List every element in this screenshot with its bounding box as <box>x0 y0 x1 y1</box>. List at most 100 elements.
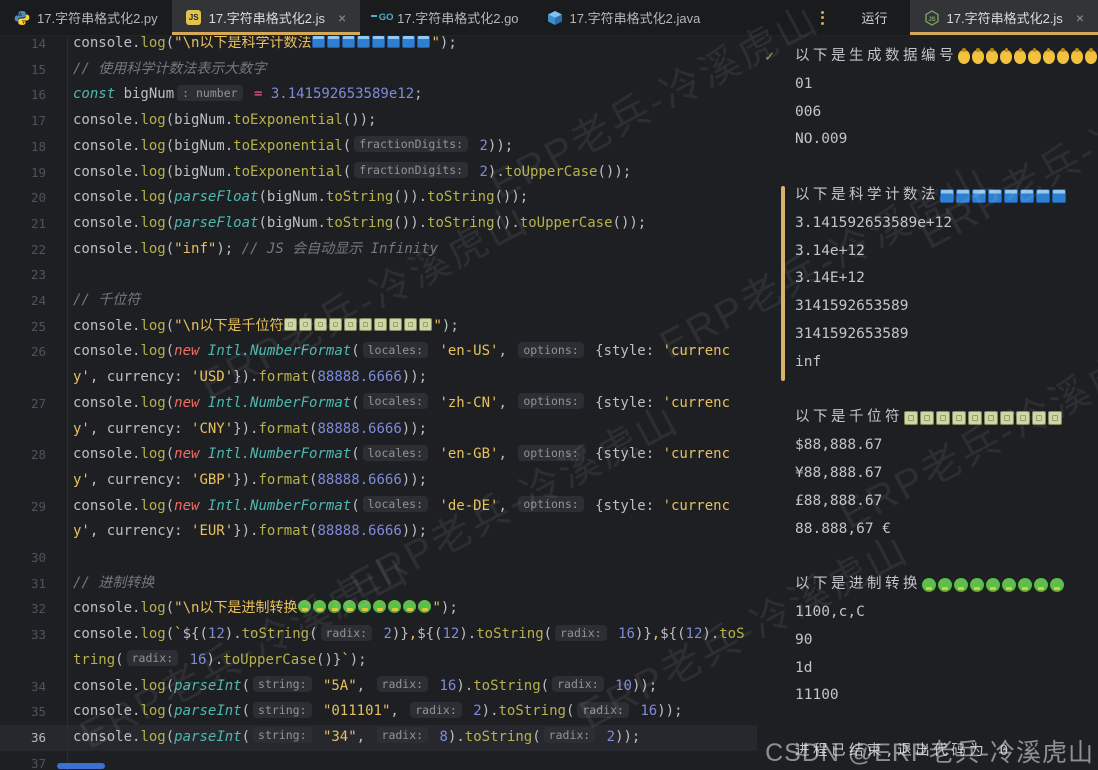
money-with-wings-emoji <box>419 318 432 331</box>
money-mouth-face-emoji <box>313 600 326 613</box>
line-number[interactable]: 18 <box>0 134 68 160</box>
money-with-wings-emoji <box>1000 411 1014 425</box>
tab-label: 17.字符串格式化2.js <box>209 8 325 27</box>
blue-book-emoji <box>342 35 355 48</box>
console-output-line: 90 <box>757 627 1098 655</box>
code-editor[interactable]: 14console.log("\n以下是科学计数法");15// 使用科学计数法… <box>0 35 757 770</box>
money-mouth-face-emoji <box>1018 578 1032 592</box>
blue-book-emoji <box>1020 189 1034 203</box>
console-blank-line <box>757 710 1098 738</box>
money-with-wings-emoji <box>1032 411 1046 425</box>
line-number[interactable]: 19 <box>0 160 68 186</box>
blue-book-emoji <box>1036 189 1050 203</box>
go-icon: GO <box>374 10 390 26</box>
console-output-line: £88,888.67 <box>757 488 1098 516</box>
money-mouth-face-emoji <box>298 600 311 613</box>
money-with-wings-emoji <box>389 318 402 331</box>
editor-tab-17.字符串格式化2.js[interactable]: JS17.字符串格式化2.js× <box>172 0 361 35</box>
run-menu-item[interactable]: 运行 <box>845 0 903 35</box>
line-number[interactable]: 29 <box>0 494 68 545</box>
code-line: 18console.log(bigNum.toExponential(fract… <box>0 134 757 160</box>
code-line: 24// 千位符 <box>0 288 757 314</box>
money-mouth-face-emoji <box>388 600 401 613</box>
console-output-line: $88,888.67 <box>757 432 1098 460</box>
line-number[interactable]: 34 <box>0 674 68 700</box>
run-console[interactable]: ✓以下是生成数据编号 01006NO.009 以下是科学计数法 3.141592… <box>757 35 1098 770</box>
code-text: console.log("\n以下是千位符"); <box>68 314 757 340</box>
console-section-header: 以下是千位符 <box>757 404 1098 432</box>
tab-label: 17.字符串格式化2.js <box>947 8 1063 27</box>
line-number[interactable]: 25 <box>0 314 68 340</box>
money-with-wings-emoji <box>344 318 357 331</box>
line-number[interactable]: 14 <box>0 35 68 57</box>
line-number[interactable]: 17 <box>0 108 68 134</box>
line-number[interactable]: 21 <box>0 211 68 237</box>
blue-book-emoji <box>357 35 370 48</box>
code-text: // 千位符 <box>68 288 757 314</box>
line-number[interactable]: 30 <box>0 545 68 571</box>
console-blank-line <box>757 154 1098 182</box>
blue-book-emoji <box>312 35 325 48</box>
blue-book-emoji <box>1052 189 1066 203</box>
code-text: console.log("inf"); // JS 会自动显示 Infinity <box>68 237 757 263</box>
tab-label: 17.字符串格式化2.py <box>37 8 158 27</box>
code-line: 33console.log(`${(12).toString(radix: 2)… <box>0 622 757 673</box>
code-line: 23 <box>0 262 757 288</box>
code-line: 25console.log("\n以下是千位符"); <box>0 314 757 340</box>
editor-horizontal-scrollbar-thumb[interactable] <box>57 763 105 769</box>
console-header-text: 以下是科学计数法 <box>795 182 939 210</box>
code-line: 21console.log(parseFloat(bigNum.toString… <box>0 211 757 237</box>
money-mouth-face-emoji <box>1034 578 1048 592</box>
line-number[interactable]: 15 <box>0 57 68 83</box>
console-header-text: 以下是生成数据编号 <box>795 43 957 71</box>
line-number[interactable]: 22 <box>0 237 68 263</box>
line-number[interactable]: 27 <box>0 391 68 442</box>
line-number[interactable]: 20 <box>0 185 68 211</box>
line-number[interactable]: 28 <box>0 442 68 493</box>
editor-tab-17.字符串格式化2.py[interactable]: 17.字符串格式化2.py <box>0 0 172 35</box>
money-with-wings-emoji <box>284 318 297 331</box>
line-number[interactable]: 31 <box>0 571 68 597</box>
run-tab-17.字符串格式化2.js[interactable]: JS17.字符串格式化2.js× <box>910 0 1098 35</box>
code-line: 17console.log(bigNum.toExponential()); <box>0 108 757 134</box>
money-with-wings-emoji <box>1048 411 1062 425</box>
money-with-wings-emoji <box>952 411 966 425</box>
code-line: 30 <box>0 545 757 571</box>
console-output-line: ¥88,888.67 <box>757 460 1098 488</box>
code-line: 19console.log(bigNum.toExponential(fract… <box>0 160 757 186</box>
console-output-line: inf <box>757 349 1098 377</box>
money-mouth-face-emoji <box>418 600 431 613</box>
editor-tab-17.字符串格式化2.go[interactable]: GO17.字符串格式化2.go <box>360 0 532 35</box>
money-with-wings-emoji <box>1016 411 1030 425</box>
money-bag-emoji <box>1057 50 1069 64</box>
money-with-wings-emoji <box>968 411 982 425</box>
money-mouth-face-emoji <box>373 600 386 613</box>
line-number[interactable]: 26 <box>0 339 68 390</box>
line-number[interactable]: 23 <box>0 262 68 288</box>
code-text: console.log(bigNum.toExponential(fractio… <box>68 160 757 186</box>
blue-book-emoji <box>940 189 954 203</box>
blue-book-emoji <box>1004 189 1018 203</box>
code-text: console.log(new Intl.NumberFormat(locale… <box>68 494 757 545</box>
console-output-line: 3141592653589 <box>757 321 1098 349</box>
console-output-line: 88.888,67 € <box>757 516 1098 544</box>
code-text: console.log(new Intl.NumberFormat(locale… <box>68 339 757 390</box>
line-number[interactable]: 16 <box>0 82 68 108</box>
line-number[interactable]: 36 <box>0 725 68 751</box>
code-text: console.log(`${(12).toString(radix: 2)},… <box>68 622 757 673</box>
code-line: 34console.log(parseInt(string: "5A", rad… <box>0 674 757 700</box>
console-header-text: 以下是进制转换 <box>795 571 921 599</box>
close-tab-icon[interactable]: × <box>338 11 346 25</box>
line-number[interactable]: 33 <box>0 622 68 673</box>
code-text: console.log(new Intl.NumberFormat(locale… <box>68 442 757 493</box>
editor-tab-17.字符串格式化2.java[interactable]: 17.字符串格式化2.java <box>533 0 715 35</box>
money-with-wings-emoji <box>314 318 327 331</box>
line-number[interactable]: 32 <box>0 596 68 622</box>
console-section-header: 以下是科学计数法 <box>757 182 1098 210</box>
code-line: 22console.log("inf"); // JS 会自动显示 Infini… <box>0 237 757 263</box>
close-tab-icon[interactable]: × <box>1076 11 1084 25</box>
money-mouth-face-emoji <box>328 600 341 613</box>
more-tabs-icon[interactable] <box>811 0 833 35</box>
line-number[interactable]: 24 <box>0 288 68 314</box>
line-number[interactable]: 35 <box>0 699 68 725</box>
